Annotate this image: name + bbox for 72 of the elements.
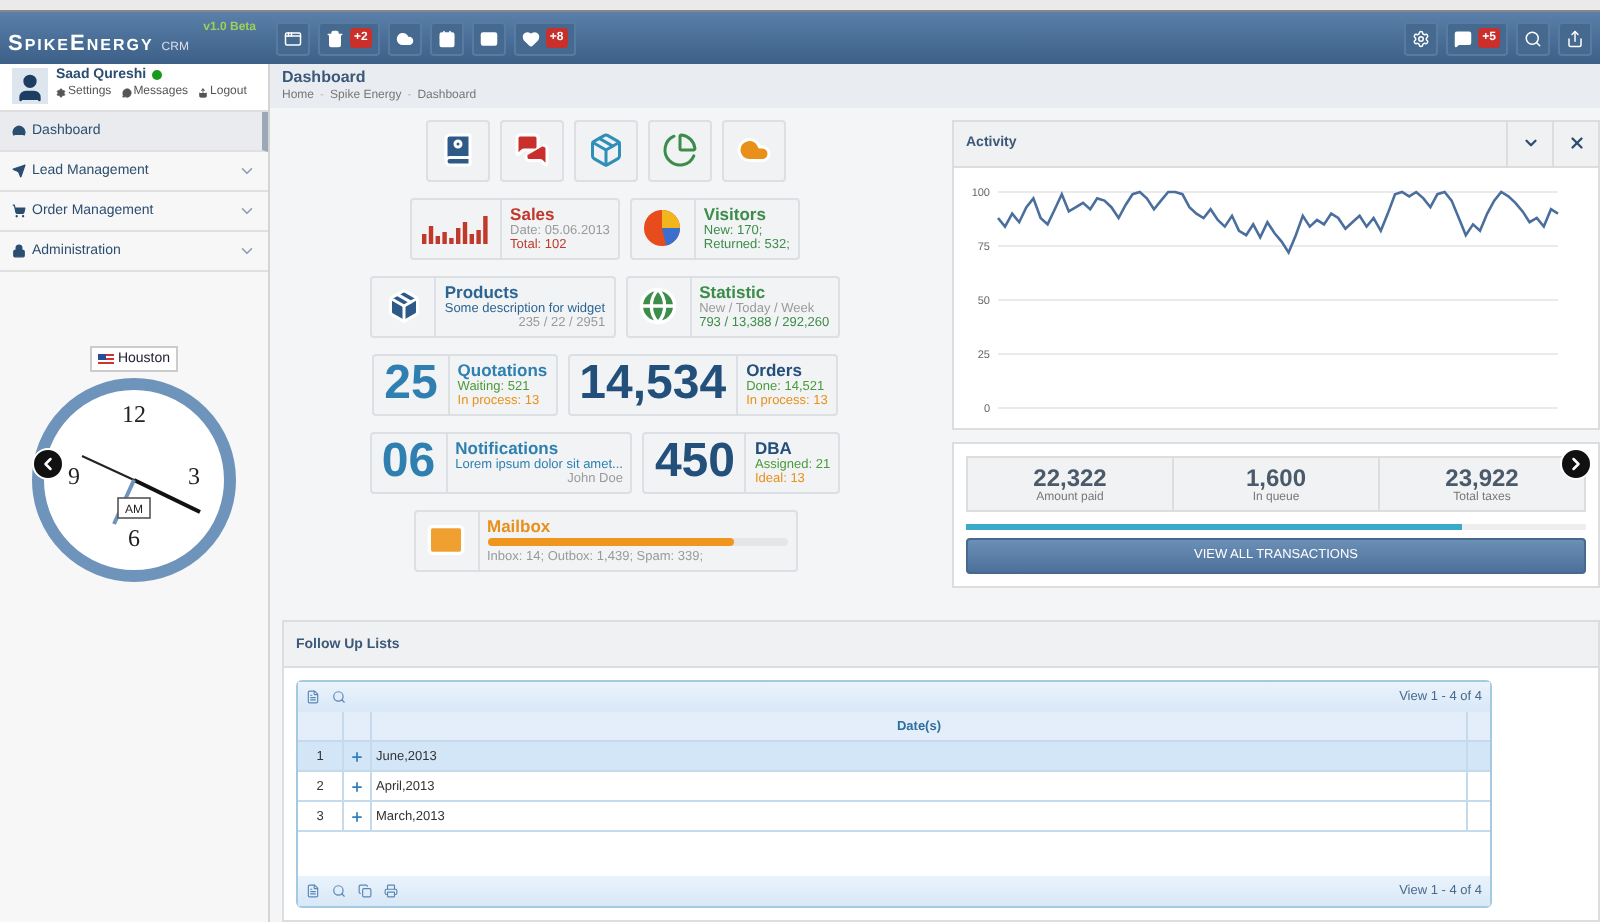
- calendar-icon: [437, 29, 456, 47]
- clock-hands: [81, 455, 201, 525]
- settings-icon: [56, 87, 66, 97]
- search-icon[interactable]: [332, 884, 346, 898]
- clock-numeral: 6: [128, 524, 140, 552]
- settings-icon: [1412, 29, 1431, 47]
- stat-value: 22,322: [1033, 463, 1107, 492]
- shortcut-tile[interactable]: [573, 119, 637, 182]
- expand-icon[interactable]: [350, 749, 364, 763]
- widget-title: Notifications: [455, 438, 559, 459]
- shortcut-tile[interactable]: [721, 119, 785, 182]
- shortcut-tile[interactable]: [647, 119, 711, 182]
- bar-chart-icon: [422, 212, 491, 245]
- print-icon[interactable]: [384, 884, 398, 898]
- trash-icon: [326, 29, 344, 47]
- add-icon[interactable]: [306, 884, 320, 898]
- box-icon: [385, 288, 422, 325]
- globe-icon: [638, 286, 679, 327]
- add-icon[interactable]: [306, 690, 320, 704]
- lock-icon: [12, 244, 26, 258]
- chevron-right-icon: [1566, 454, 1586, 474]
- stat-number: 25: [384, 356, 438, 413]
- toolbar-button[interactable]: [471, 21, 506, 55]
- stat-number: 450: [654, 434, 735, 491]
- toolbar-button[interactable]: [387, 21, 422, 55]
- clock-numeral: 9: [68, 462, 80, 490]
- widget-title: Quotations: [457, 360, 548, 381]
- toolbar-button[interactable]: [1404, 21, 1439, 55]
- window-icon: [284, 29, 302, 47]
- clock-numeral: 3: [188, 462, 200, 490]
- shortcut-tile[interactable]: [499, 119, 563, 182]
- toolbar-button[interactable]: [1516, 21, 1550, 55]
- page-title: Dashboard: [282, 68, 368, 86]
- close-icon: [1567, 134, 1585, 153]
- copy-icon[interactable]: [358, 884, 372, 898]
- share-icon: [198, 87, 209, 97]
- toolbar-button[interactable]: [276, 21, 310, 55]
- expand-icon[interactable]: [350, 779, 364, 793]
- shortcut-tile[interactable]: [425, 119, 489, 182]
- toolbar-button[interactable]: [1558, 21, 1592, 55]
- widget-title: Statistic: [699, 282, 766, 303]
- brand-logo: SpikeEnergy: [8, 33, 154, 55]
- chevron-left-icon: [38, 454, 58, 474]
- search-icon: [1524, 29, 1542, 47]
- pie-chart-icon: [661, 132, 697, 169]
- heart-icon: [521, 29, 540, 47]
- share-icon: [1566, 29, 1584, 47]
- chat-icon: [121, 87, 132, 97]
- search-icon[interactable]: [332, 690, 346, 704]
- widget-title: Visitors: [703, 204, 768, 225]
- chat-icon: [1454, 29, 1473, 47]
- widget-title: DBA: [754, 438, 792, 459]
- cart-icon: [12, 204, 26, 218]
- expand-icon[interactable]: [350, 809, 364, 823]
- widget-title: Products: [444, 282, 519, 303]
- stat-number: 14,534: [579, 356, 727, 413]
- cloud-icon: [395, 29, 414, 47]
- address-book-icon: [439, 132, 475, 169]
- stat-value: 23,922: [1445, 463, 1519, 492]
- pie-chart-icon: [642, 208, 683, 249]
- widget-title: Sales: [510, 204, 557, 225]
- flag-icon: [97, 354, 114, 364]
- box-icon: [587, 132, 623, 169]
- paper-plane-icon: [12, 164, 26, 178]
- stat-number: 06: [381, 434, 436, 491]
- chat-icon: [513, 132, 549, 169]
- clock-numeral: 12: [122, 400, 146, 428]
- stat-value: 1,600: [1245, 463, 1307, 492]
- widget-title: Orders: [746, 360, 804, 381]
- widget-title: Mailbox: [487, 516, 553, 537]
- toolbar-button[interactable]: [429, 21, 464, 55]
- meridiem-label: [117, 497, 151, 519]
